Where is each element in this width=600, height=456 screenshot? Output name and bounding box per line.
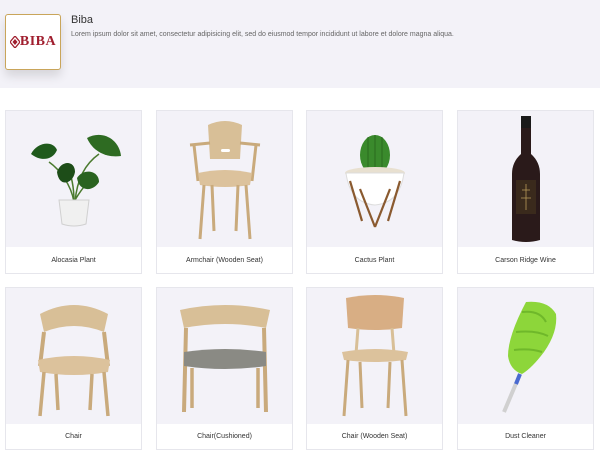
product-name[interactable]: Chair(Cushioned) [157, 433, 292, 440]
store-logo[interactable]: BIBA [5, 14, 61, 70]
product-name[interactable]: Dust Cleaner [458, 433, 593, 440]
product-image[interactable] [458, 111, 593, 247]
cushioned-chair-icon [179, 305, 270, 413]
biba-logo-icon [9, 36, 20, 48]
product-name[interactable]: Chair (Wooden Seat) [307, 433, 442, 440]
product-card[interactable]: Chair (Wooden Seat) [306, 287, 443, 450]
wooden-chair-icon [341, 295, 408, 417]
product-image[interactable] [157, 288, 292, 424]
cactus-icon [344, 135, 405, 228]
product-name[interactable]: Carson Ridge Wine [458, 257, 593, 264]
brand-name: Biba [71, 14, 94, 26]
product-image[interactable] [157, 111, 292, 247]
product-card[interactable]: Armchair (Wooden Seat) [156, 110, 293, 274]
product-name[interactable]: Cactus Plant [307, 257, 442, 264]
product-card[interactable]: Chair(Cushioned) [156, 287, 293, 450]
brand-description: Lorem ipsum dolor sit amet, consectetur … [71, 31, 454, 38]
wine-bottle-icon [511, 116, 540, 242]
product-name[interactable]: Alocasia Plant [6, 257, 141, 264]
logo-text: BIBA [19, 34, 57, 49]
product-image[interactable] [307, 288, 442, 424]
product-image[interactable] [6, 288, 141, 424]
duster-icon [501, 301, 556, 413]
product-image[interactable] [6, 111, 141, 247]
product-card[interactable]: Cactus Plant [306, 110, 443, 274]
plant-icon [30, 134, 121, 227]
product-name[interactable]: Armchair (Wooden Seat) [157, 257, 292, 264]
product-card[interactable]: Alocasia Plant [5, 110, 142, 274]
product-card[interactable]: Chair [5, 287, 142, 450]
armchair-icon [189, 121, 260, 240]
product-card[interactable]: Dust Cleaner [457, 287, 594, 450]
store-header: BIBA Biba Lorem ipsum dolor sit amet, co… [0, 0, 600, 88]
product-image[interactable] [307, 111, 442, 247]
chair-icon [37, 305, 110, 417]
product-name[interactable]: Chair [6, 433, 141, 440]
product-card[interactable]: Carson Ridge Wine [457, 110, 594, 274]
product-image[interactable] [458, 288, 593, 424]
